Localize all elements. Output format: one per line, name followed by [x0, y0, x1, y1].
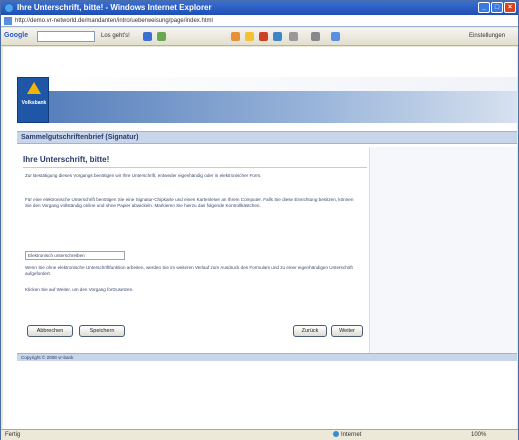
address-url[interactable]: http://demo.vr-networld.de/mandanten/int…: [15, 18, 213, 24]
go-button[interactable]: Los geht's!: [101, 33, 130, 39]
back-button[interactable]: Zurück: [293, 325, 327, 337]
header-band: [17, 91, 517, 123]
zoom-level[interactable]: 100%: [471, 430, 486, 440]
signature-info-text: Für eine elektronische Unterschrift benö…: [25, 197, 354, 208]
cancel-button[interactable]: Abbrechen: [27, 325, 73, 337]
google-label: Google: [4, 32, 29, 39]
status-text: Fertig: [5, 432, 21, 438]
address-bar[interactable]: http://demo.vr-networld.de/mandanten/int…: [1, 15, 518, 27]
page-title: Ihre Unterschrift, bitte!: [23, 155, 110, 164]
page-header: Volksbank: [3, 47, 517, 123]
translate-icon[interactable]: [273, 32, 282, 41]
checkbox-label: Elektronisch unterschreiben: [28, 253, 85, 258]
status-bar: Fertig Internet 100%: [1, 429, 518, 440]
print-info-text: Wenn Sie ohne elektronische Unterschrift…: [25, 265, 353, 276]
news-icon[interactable]: [157, 32, 166, 41]
window-title: Ihre Unterschrift, bitte! - Windows Inte…: [17, 3, 212, 12]
ie-icon: [4, 3, 14, 13]
next-button[interactable]: Weiter: [331, 325, 363, 337]
continue-hint-text: Klicken Sie auf Weiter, um den Vorgang f…: [25, 287, 134, 292]
close-button[interactable]: ×: [504, 2, 516, 13]
settings-label[interactable]: Einstellungen: [469, 33, 505, 39]
bookmark-icon[interactable]: [231, 32, 240, 41]
main-panel: Ihre Unterschrift, bitte! Zur Bestätigun…: [17, 147, 369, 359]
bank-logo: Volksbank: [17, 77, 49, 123]
logo-text: Volksbank: [21, 100, 47, 106]
google-search-input[interactable]: [37, 31, 95, 42]
home-icon[interactable]: [331, 32, 340, 41]
window-controls: _ □ ×: [478, 2, 516, 13]
section-title: Sammelgutschriftenbrief (Signatur): [17, 131, 517, 144]
google-toolbar: Google Los geht's! Einstellungen: [1, 28, 518, 46]
title-bar: Ihre Unterschrift, bitte! - Windows Inte…: [1, 1, 518, 15]
logo-triangle-icon: [27, 82, 41, 94]
intro-text: Zur Bestätigung dieses Vorgangs benötige…: [25, 173, 262, 178]
save-button[interactable]: Speichern: [79, 325, 125, 337]
divider: [23, 167, 367, 168]
zone-label: Internet: [341, 432, 362, 438]
search-icon[interactable]: [143, 32, 152, 41]
browser-window: Ihre Unterschrift, bitte! - Windows Inte…: [0, 0, 519, 440]
electronic-signature-checkbox[interactable]: Elektronisch unterschreiben: [25, 251, 125, 260]
mail-icon[interactable]: [259, 32, 268, 41]
security-zone: Internet: [333, 430, 361, 440]
tools-icon[interactable]: [311, 32, 320, 41]
maximize-button[interactable]: □: [491, 2, 503, 13]
page-menu-icon[interactable]: [289, 32, 298, 41]
page-content: Volksbank Sammelgutschriftenbrief (Signa…: [3, 47, 517, 429]
minimize-button[interactable]: _: [478, 2, 490, 13]
footer: Copyright © 2008 vr-bank: [17, 353, 517, 361]
page-icon: [4, 17, 12, 25]
star-icon[interactable]: [245, 32, 254, 41]
header-fill: [17, 77, 517, 91]
globe-icon: [333, 431, 339, 438]
right-sidebar: [369, 147, 517, 359]
